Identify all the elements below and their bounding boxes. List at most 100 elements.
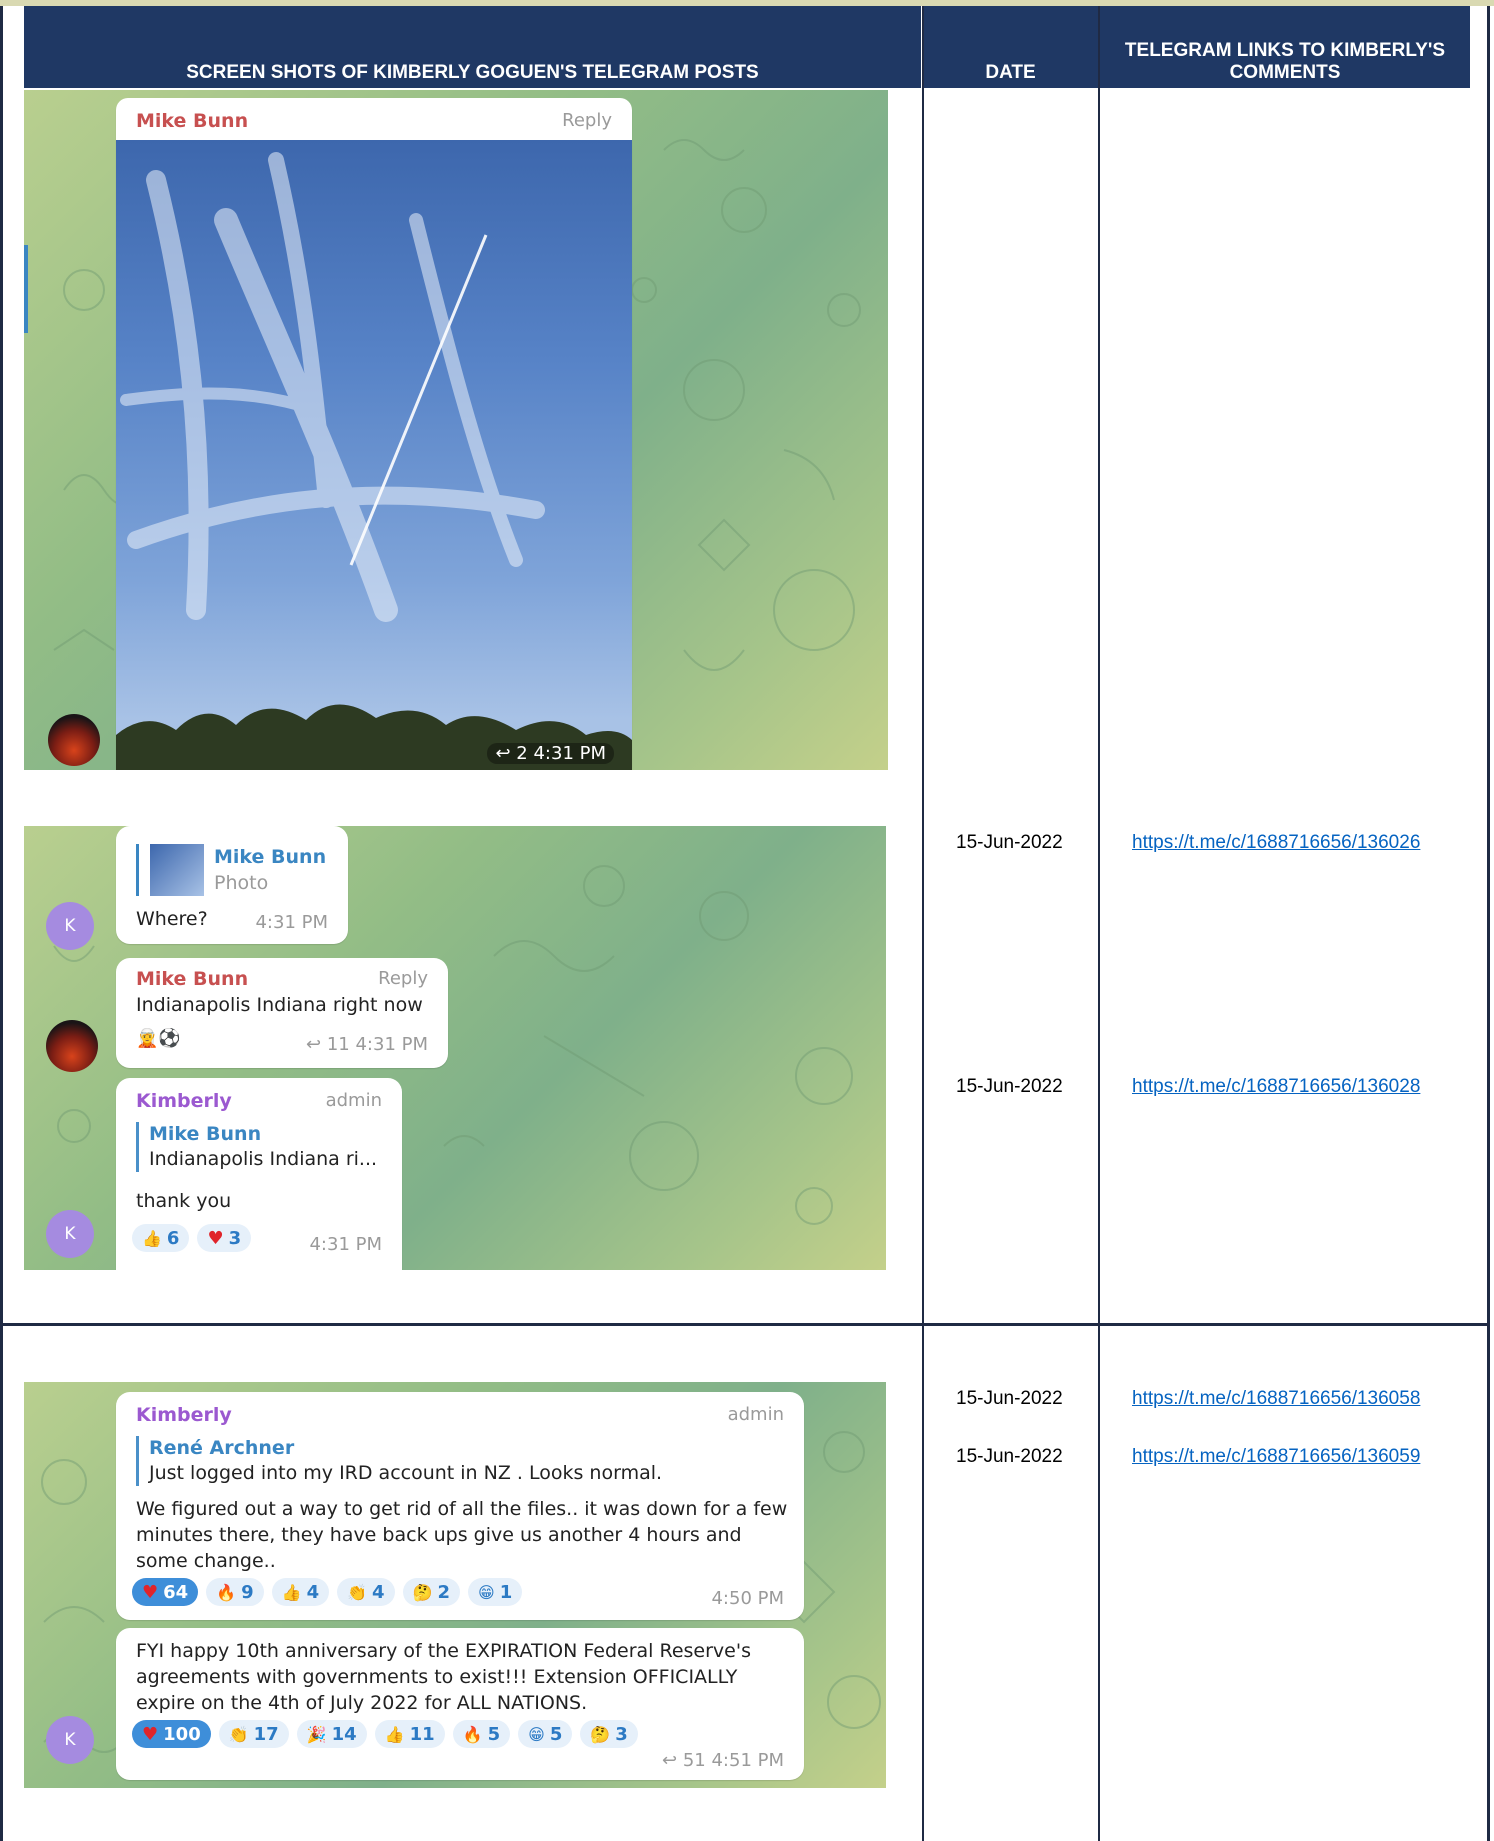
thumbs-up-icon: 👍: [384, 1724, 405, 1744]
clap-icon: 👏: [228, 1724, 249, 1744]
table-border-left: [0, 6, 3, 1841]
reaction-count: 6: [166, 1227, 180, 1249]
sticker-reactions: 🧝⚽: [136, 1028, 181, 1049]
quote-text: Just logged into my IRD account in NZ . …: [149, 1462, 663, 1484]
reply-label[interactable]: Reply: [378, 968, 428, 989]
reaction-grin[interactable]: 😁 5: [518, 1720, 573, 1748]
document-page: SCREEN SHOTS OF KIMBERLY GOGUEN'S TELEGR…: [0, 0, 1494, 1841]
reaction-party[interactable]: 🎉 14: [296, 1720, 367, 1748]
sender-name: Mike Bunn: [136, 968, 249, 990]
date-cell: 15-Jun-2022: [956, 1076, 1063, 1097]
date-cell: 15-Jun-2022: [956, 832, 1063, 853]
reaction-heart[interactable]: ♥ 3: [197, 1224, 252, 1252]
message-line: expire on the 4th of July 2022 for ALL N…: [136, 1692, 588, 1714]
message-text: Indianapolis Indiana right now: [136, 994, 423, 1016]
admin-label: admin: [325, 1090, 382, 1111]
reactions-row: 👍 6 ♥ 3: [132, 1224, 252, 1252]
sender-name: Kimberly: [136, 1404, 232, 1426]
admin-label: admin: [727, 1404, 784, 1425]
fire-icon: 🔥: [216, 1582, 237, 1602]
telegram-link[interactable]: https://t.me/c/1688716656/136058: [1132, 1388, 1420, 1410]
reactions-row: ♥ 64 🔥 9 👍 4 👏 4 🤔 2 😁 1: [132, 1578, 523, 1606]
reaction-heart[interactable]: ♥ 100: [132, 1720, 211, 1748]
header-links-label: TELEGRAM LINKS TO KIMBERLY'S COMMENTS: [1124, 40, 1446, 83]
message-meta: ↩ 11 4:31 PM: [306, 1034, 428, 1055]
message-line: minutes there, they have back ups give u…: [136, 1524, 742, 1546]
reaction-grin[interactable]: 😁 1: [468, 1578, 523, 1606]
telegram-link[interactable]: https://t.me/c/1688716656/136059: [1132, 1446, 1420, 1468]
reply-label[interactable]: Reply: [562, 110, 612, 131]
reaction-count: 17: [253, 1723, 279, 1745]
date-cell: 15-Jun-2022: [956, 1388, 1063, 1409]
message-bubble: Kimberly admin René Archner Just logged …: [116, 1392, 804, 1620]
row-divider: [0, 1323, 1490, 1326]
quote-sender: Mike Bunn: [149, 1123, 262, 1145]
reaction-count: 9: [241, 1581, 254, 1603]
thinking-icon: 🤔: [590, 1724, 611, 1744]
reaction-count: 11: [409, 1723, 435, 1745]
table-border-right: [1487, 6, 1490, 1841]
message-meta: ↩ 51 4:51 PM: [662, 1750, 784, 1771]
reaction-thinking[interactable]: 🤔 2: [402, 1578, 461, 1606]
reaction-thumbs-up[interactable]: 👍 11: [374, 1720, 445, 1748]
clap-icon: 👏: [347, 1582, 368, 1602]
date-cell: 15-Jun-2022: [956, 1446, 1063, 1467]
reaction-count: 3: [228, 1227, 242, 1249]
reaction-clap[interactable]: 👏 17: [218, 1720, 289, 1748]
forward-count: 2: [516, 743, 528, 764]
message-text: thank you: [136, 1190, 232, 1212]
screenshot-announcement: Kimberly admin René Archner Just logged …: [24, 1382, 886, 1788]
forward-icon: ↩: [306, 1034, 322, 1055]
message-bubble: Mike Bunn Reply Indianapolis Indiana rig…: [116, 958, 448, 1068]
message-bubble: Mike Bunn Reply ↩ 2 4:31 PM: [116, 98, 632, 770]
header-date: DATE: [923, 6, 1098, 88]
fire-icon: 🔥: [462, 1724, 483, 1744]
avatar-kimberly: K: [46, 1210, 94, 1258]
quote-thumbnail: [136, 844, 139, 896]
grin-icon: 😁: [478, 1582, 495, 1602]
reaction-fire[interactable]: 🔥 9: [206, 1578, 264, 1606]
message-time: 4:31 PM: [309, 1234, 382, 1255]
message-time: 4:31 PM: [255, 912, 328, 933]
thinking-icon: 🤔: [412, 1582, 433, 1602]
photo-sky-contrails[interactable]: ↩ 2 4:31 PM: [116, 140, 632, 770]
message-time: 4:51 PM: [711, 1750, 784, 1771]
reaction-count: 2: [437, 1581, 451, 1603]
reaction-thinking[interactable]: 🤔 3: [580, 1720, 638, 1748]
avatar-mike-bunn: [46, 1020, 98, 1072]
left-accent-bar: [24, 245, 28, 333]
reaction-clap[interactable]: 👏 4: [337, 1578, 395, 1606]
reaction-count: 4: [306, 1581, 320, 1603]
forward-icon: ↩: [662, 1750, 678, 1771]
sky-image: [116, 152, 632, 770]
avatar-kimberly: K: [46, 1716, 94, 1764]
message-line: We figured out a way to get rid of all t…: [136, 1498, 788, 1520]
photo-meta: ↩ 2 4:31 PM: [487, 743, 614, 764]
quote-text: Photo: [214, 872, 269, 894]
reaction-thumbs-up[interactable]: 👍 6: [132, 1224, 190, 1252]
forward-count: 51: [682, 1750, 706, 1771]
reaction-heart[interactable]: ♥ 64: [132, 1578, 199, 1606]
message-text: We figured out a way to get rid of all t…: [136, 1496, 787, 1574]
reaction-thumbs-up[interactable]: 👍 4: [271, 1578, 330, 1606]
avatar-mike-bunn: [48, 714, 100, 766]
quoted-message: René Archner Just logged into my IRD acc…: [136, 1436, 662, 1486]
reaction-count: 64: [163, 1581, 189, 1603]
quoted-message: Mike Bunn Indianapolis Indiana ri...: [136, 1122, 377, 1172]
screenshot-photo-post: Mike Bunn Reply ↩ 2 4:31 PM: [24, 90, 888, 770]
avatar-kimberly: K: [46, 902, 94, 950]
forward-icon: ↩: [495, 743, 511, 764]
message-time: 4:50 PM: [711, 1588, 784, 1609]
party-icon: 🎉: [306, 1724, 327, 1744]
heart-icon: ♥: [207, 1227, 224, 1249]
message-bubble: Mike Bunn Photo Where? 4:31 PM: [116, 826, 348, 944]
forward-count: 11: [326, 1034, 350, 1055]
reactions-row: ♥ 100 👏 17 🎉 14 👍 11 🔥 5 😁 5 🤔 3: [132, 1720, 638, 1748]
telegram-link[interactable]: https://t.me/c/1688716656/136026: [1132, 832, 1420, 854]
message-time: 4:31 PM: [533, 743, 606, 764]
telegram-link[interactable]: https://t.me/c/1688716656/136028: [1132, 1076, 1420, 1098]
header-screenshots-label: SCREEN SHOTS OF KIMBERLY GOGUEN'S TELEGR…: [186, 62, 759, 83]
message-text: Where?: [136, 908, 208, 930]
quote-sender: Mike Bunn: [214, 846, 327, 868]
reaction-fire[interactable]: 🔥 5: [452, 1720, 511, 1748]
